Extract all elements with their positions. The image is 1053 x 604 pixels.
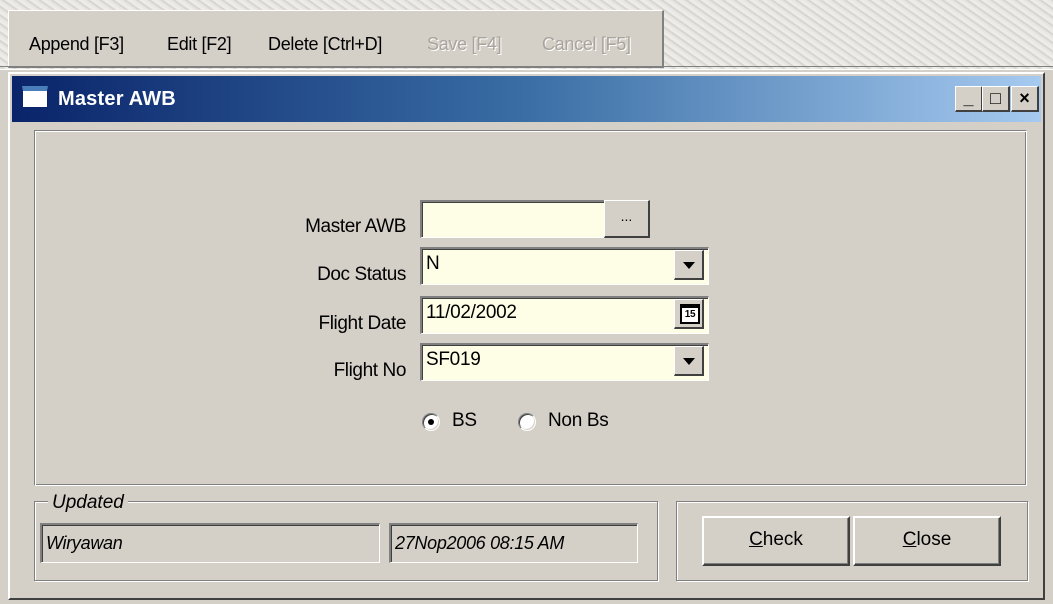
radio-selected-dot xyxy=(428,419,434,425)
doc-status-value: N xyxy=(426,253,440,274)
edit-menu-item[interactable]: Edit [F2] xyxy=(167,34,232,55)
radio-non-bs[interactable] xyxy=(518,413,536,431)
flight-date-input[interactable]: 11/02/2002 15 xyxy=(420,296,709,334)
save-menu-item: Save [F4] xyxy=(427,34,502,54)
close-window-button[interactable]: × xyxy=(1011,86,1039,112)
cancel-menu-item: Cancel [F5] xyxy=(542,34,631,54)
updated-timestamp-field: 27Nop2006 08:15 AM xyxy=(389,523,638,563)
updated-user-field: Wiryawan xyxy=(40,523,380,563)
flight-no-value: SF019 xyxy=(426,349,481,370)
doc-status-dropdown-button[interactable] xyxy=(674,250,704,280)
ellipsis-icon: ... xyxy=(620,208,633,224)
close-icon: × xyxy=(1019,88,1030,108)
doc-status-select[interactable]: N xyxy=(420,247,709,285)
chevron-down-icon xyxy=(683,262,695,269)
close-button-label: lose xyxy=(916,529,952,550)
master-awb-label: Master AWB xyxy=(305,216,406,237)
window-title: Master AWB xyxy=(58,88,176,110)
close-button[interactable]: Close xyxy=(853,516,1001,566)
flight-no-select[interactable]: SF019 xyxy=(420,343,709,381)
title-bar[interactable]: Master AWB _ □ × xyxy=(12,76,1041,122)
toolbar-divider xyxy=(0,66,1053,70)
delete-menu-item[interactable]: Delete [Ctrl+D] xyxy=(268,34,382,55)
master-awb-input[interactable] xyxy=(420,200,606,238)
check-button[interactable]: Check xyxy=(702,516,850,566)
updated-legend: Updated xyxy=(48,492,128,514)
chevron-down-icon xyxy=(683,358,695,365)
radio-non-bs-label[interactable]: Non Bs xyxy=(548,410,609,432)
minimize-button[interactable]: _ xyxy=(955,86,983,112)
maximize-icon: □ xyxy=(990,88,1001,108)
master-awb-window: Master AWB _ □ × Master AWB ... Doc Stat… xyxy=(8,72,1045,600)
flight-no-dropdown-button[interactable] xyxy=(674,346,704,376)
append-menu-item[interactable]: Append [F3] xyxy=(29,34,124,55)
flight-date-calendar-button[interactable]: 15 xyxy=(674,299,704,329)
master-awb-browse-button[interactable]: ... xyxy=(604,200,650,238)
check-hotkey: C xyxy=(749,529,763,550)
flight-date-value: 11/02/2002 xyxy=(426,302,517,323)
window-icon xyxy=(22,86,48,108)
flight-no-label: Flight No xyxy=(333,360,407,381)
minimize-icon: _ xyxy=(963,88,974,108)
close-hotkey: C xyxy=(902,529,917,550)
check-button-label: heck xyxy=(762,529,803,550)
radio-bs-label[interactable]: BS xyxy=(452,410,477,432)
flight-date-label: Flight Date xyxy=(318,313,407,334)
radio-bs[interactable] xyxy=(422,413,440,431)
doc-status-label: Doc Status xyxy=(317,264,406,285)
toolbar: Append [F3] Edit [F2] Delete [Ctrl+D] Sa… xyxy=(8,10,664,68)
maximize-button[interactable]: □ xyxy=(982,86,1010,112)
calendar-icon: 15 xyxy=(680,304,700,324)
